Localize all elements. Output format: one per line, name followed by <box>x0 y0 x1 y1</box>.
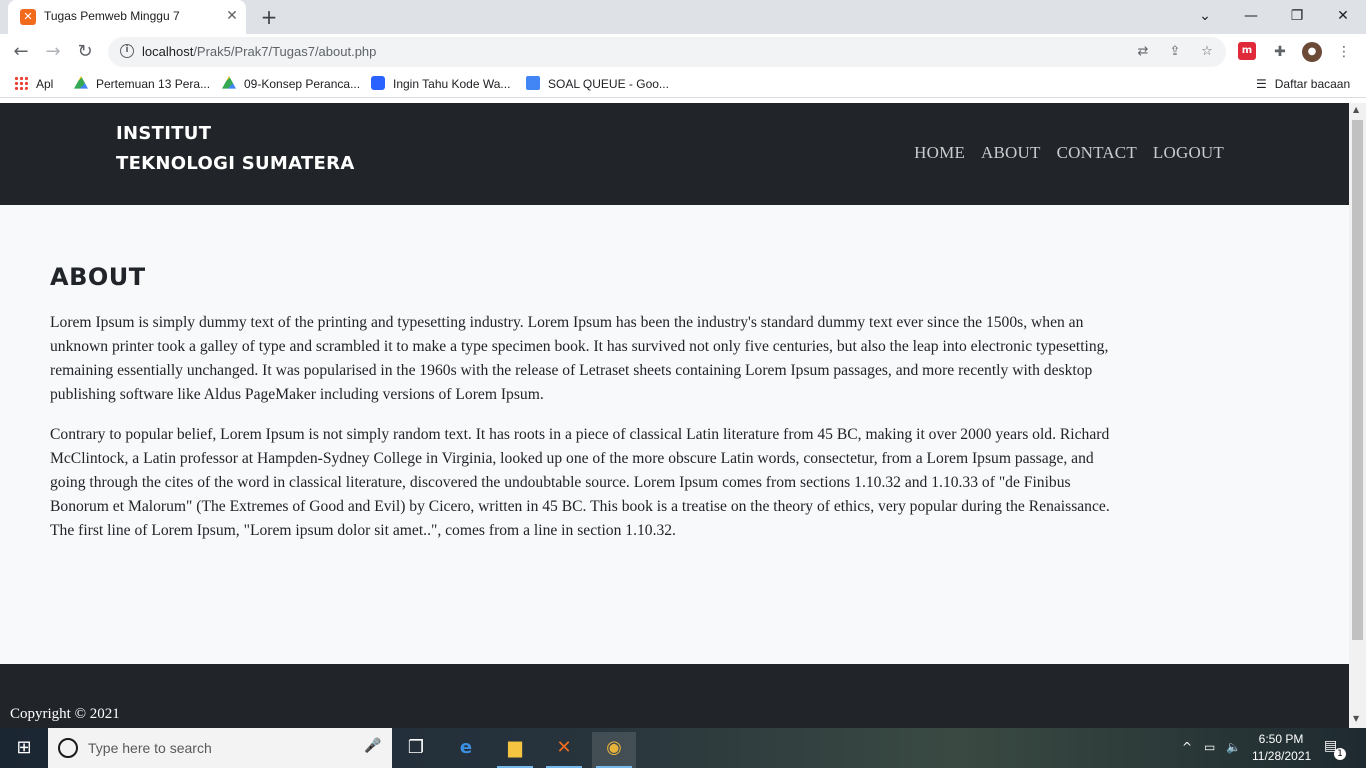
brand-line-2: TEKNOLOGI SUMATERA <box>116 153 355 174</box>
drive-icon <box>74 76 88 89</box>
taskbar-clock[interactable]: 6:50 PM 11/28/2021 <box>1252 731 1312 765</box>
tray-chevron-icon[interactable]: ^ <box>1182 740 1192 754</box>
chrome-icon[interactable]: ◉ <box>592 732 636 768</box>
new-tab-button[interactable]: + <box>258 6 280 28</box>
restore-button[interactable]: ❐ <box>1282 4 1312 28</box>
tab-search-icon[interactable]: ⌄ <box>1190 4 1220 28</box>
site-footer: Copyright © 2021 <box>0 664 1349 728</box>
tab-title: Tugas Pemweb Minggu 7 <box>44 9 180 23</box>
bookmark-konsep[interactable]: 09-Konsep Peranca... <box>222 76 360 92</box>
share-icon[interactable]: ⇪ <box>1166 43 1184 61</box>
clock-date: 11/28/2021 <box>1252 749 1312 763</box>
about-content: ABOUT Lorem Ipsum is simply dummy text o… <box>50 263 1120 559</box>
notification-badge: 1 <box>1334 748 1346 760</box>
tab-close-icon[interactable]: ✕ <box>224 8 240 24</box>
microphone-icon[interactable]: 🎤 <box>364 738 381 754</box>
url-text[interactable]: localhost/Prak5/Prak7/Tugas7/about.php <box>142 44 376 59</box>
scroll-thumb[interactable] <box>1352 120 1363 640</box>
reload-icon[interactable]: ↻ <box>72 39 98 65</box>
apps-icon <box>14 76 28 90</box>
site-info-icon[interactable]: i <box>120 44 134 58</box>
bookmark-ingin-tahu[interactable]: Ingin Tahu Kode Wa... <box>371 76 510 92</box>
file-explorer-icon[interactable]: ▆ <box>493 732 537 768</box>
tab-strip: ✕ Tugas Pemweb Minggu 7 ✕ + ⌄ — ❐ ✕ <box>0 0 1366 34</box>
page-title: ABOUT <box>50 263 146 291</box>
scroll-up-icon[interactable]: ▲ <box>1353 105 1359 114</box>
browser-toolbar: ← → ↻ i localhost/Prak5/Prak7/Tugas7/abo… <box>0 34 1366 70</box>
nav-home[interactable]: HOME <box>914 143 965 163</box>
edge-icon[interactable]: e <box>444 732 488 768</box>
translate-icon[interactable]: ⇄ <box>1134 43 1152 61</box>
menu-kebab-icon[interactable]: ⋮ <box>1334 42 1354 62</box>
extension-icon[interactable]: m <box>1238 42 1256 60</box>
minimize-button[interactable]: — <box>1236 4 1266 28</box>
site-brand[interactable]: INSTITUT TEKNOLOGI SUMATERA <box>116 119 355 179</box>
page-viewport: INSTITUT TEKNOLOGI SUMATERA HOME ABOUT C… <box>0 103 1349 728</box>
scroll-down-icon[interactable]: ▼ <box>1353 714 1359 723</box>
volume-icon[interactable]: 🔈 <box>1226 740 1241 754</box>
wave-icon <box>371 76 385 90</box>
site-header: INSTITUT TEKNOLOGI SUMATERA HOME ABOUT C… <box>0 103 1349 205</box>
drive-icon <box>222 76 236 89</box>
windows-start-icon[interactable]: ⊞ <box>8 736 40 760</box>
battery-icon[interactable]: ▭ <box>1204 740 1215 754</box>
about-paragraph-1: Lorem Ipsum is simply dummy text of the … <box>50 314 1109 403</box>
reading-list[interactable]: ☰ Daftar bacaan <box>1256 76 1350 92</box>
bookmark-pertemuan-13[interactable]: Pertemuan 13 Pera... <box>74 76 210 92</box>
xampp-favicon-icon: ✕ <box>20 9 36 25</box>
forward-arrow-icon[interactable]: → <box>40 39 66 65</box>
xampp-icon[interactable]: ✕ <box>542 732 586 768</box>
windows-taskbar: ⊞ Type here to search 🎤 ❐ e ▆ ✕ ◉ ^ ▭ 🔈 … <box>0 728 1366 768</box>
docs-icon <box>526 76 540 90</box>
brand-line-1: INSTITUT <box>116 123 212 144</box>
clock-time: 6:50 PM <box>1258 732 1304 746</box>
reading-list-icon: ☰ <box>1256 77 1267 91</box>
main-nav: HOME ABOUT CONTACT LOGOUT <box>914 143 1224 163</box>
page-scrollbar[interactable]: ▲ ▼ <box>1349 103 1366 728</box>
taskbar-search[interactable]: Type here to search 🎤 <box>48 728 392 768</box>
browser-tab[interactable]: ✕ Tugas Pemweb Minggu 7 ✕ <box>8 0 246 34</box>
close-window-button[interactable]: ✕ <box>1328 4 1358 28</box>
nav-about[interactable]: ABOUT <box>981 143 1041 163</box>
address-bar[interactable]: i localhost/Prak5/Prak7/Tugas7/about.php… <box>108 37 1226 67</box>
bookmark-apps[interactable]: Apl <box>14 76 53 92</box>
puzzle-extensions-icon[interactable]: ✚ <box>1270 42 1290 62</box>
back-arrow-icon[interactable]: ← <box>8 39 34 65</box>
about-paragraph-2: Contrary to popular belief, Lorem Ipsum … <box>50 426 1110 539</box>
nav-contact[interactable]: CONTACT <box>1057 143 1137 163</box>
nav-logout[interactable]: LOGOUT <box>1153 143 1224 163</box>
copyright-text: Copyright © 2021 <box>10 706 120 722</box>
bookmark-soal-queue[interactable]: SOAL QUEUE - Goo... <box>526 76 669 92</box>
profile-avatar[interactable]: ● <box>1302 42 1322 62</box>
task-view-icon[interactable]: ❐ <box>394 732 438 768</box>
bookmarks-bar: Apl Pertemuan 13 Pera... 09-Konsep Peran… <box>0 70 1366 98</box>
bookmark-star-icon[interactable]: ☆ <box>1198 43 1216 61</box>
cortana-icon <box>58 738 78 758</box>
taskbar-search-placeholder: Type here to search <box>88 740 212 756</box>
